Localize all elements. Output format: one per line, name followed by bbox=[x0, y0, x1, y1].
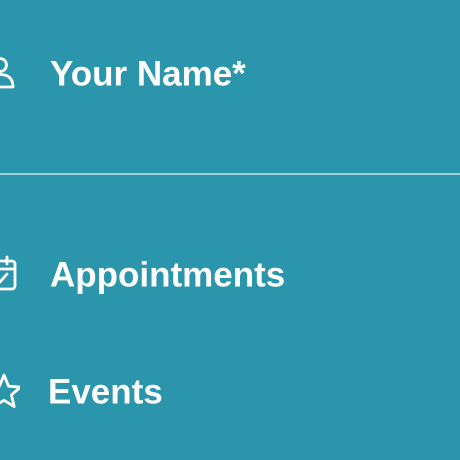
menu-item-appointments[interactable]: Appointments bbox=[0, 245, 460, 305]
menu-divider bbox=[0, 173, 460, 175]
calendar-icon bbox=[0, 255, 20, 295]
profile-name-label: Your Name* bbox=[50, 54, 246, 94]
user-icon bbox=[0, 54, 20, 94]
menu-item-label: Events bbox=[48, 372, 163, 412]
menu-item-profile[interactable]: Your Name* bbox=[0, 44, 460, 104]
star-icon bbox=[0, 372, 20, 412]
menu-item-label: Appointments bbox=[50, 255, 286, 295]
menu-item-events[interactable]: Events bbox=[0, 362, 460, 422]
